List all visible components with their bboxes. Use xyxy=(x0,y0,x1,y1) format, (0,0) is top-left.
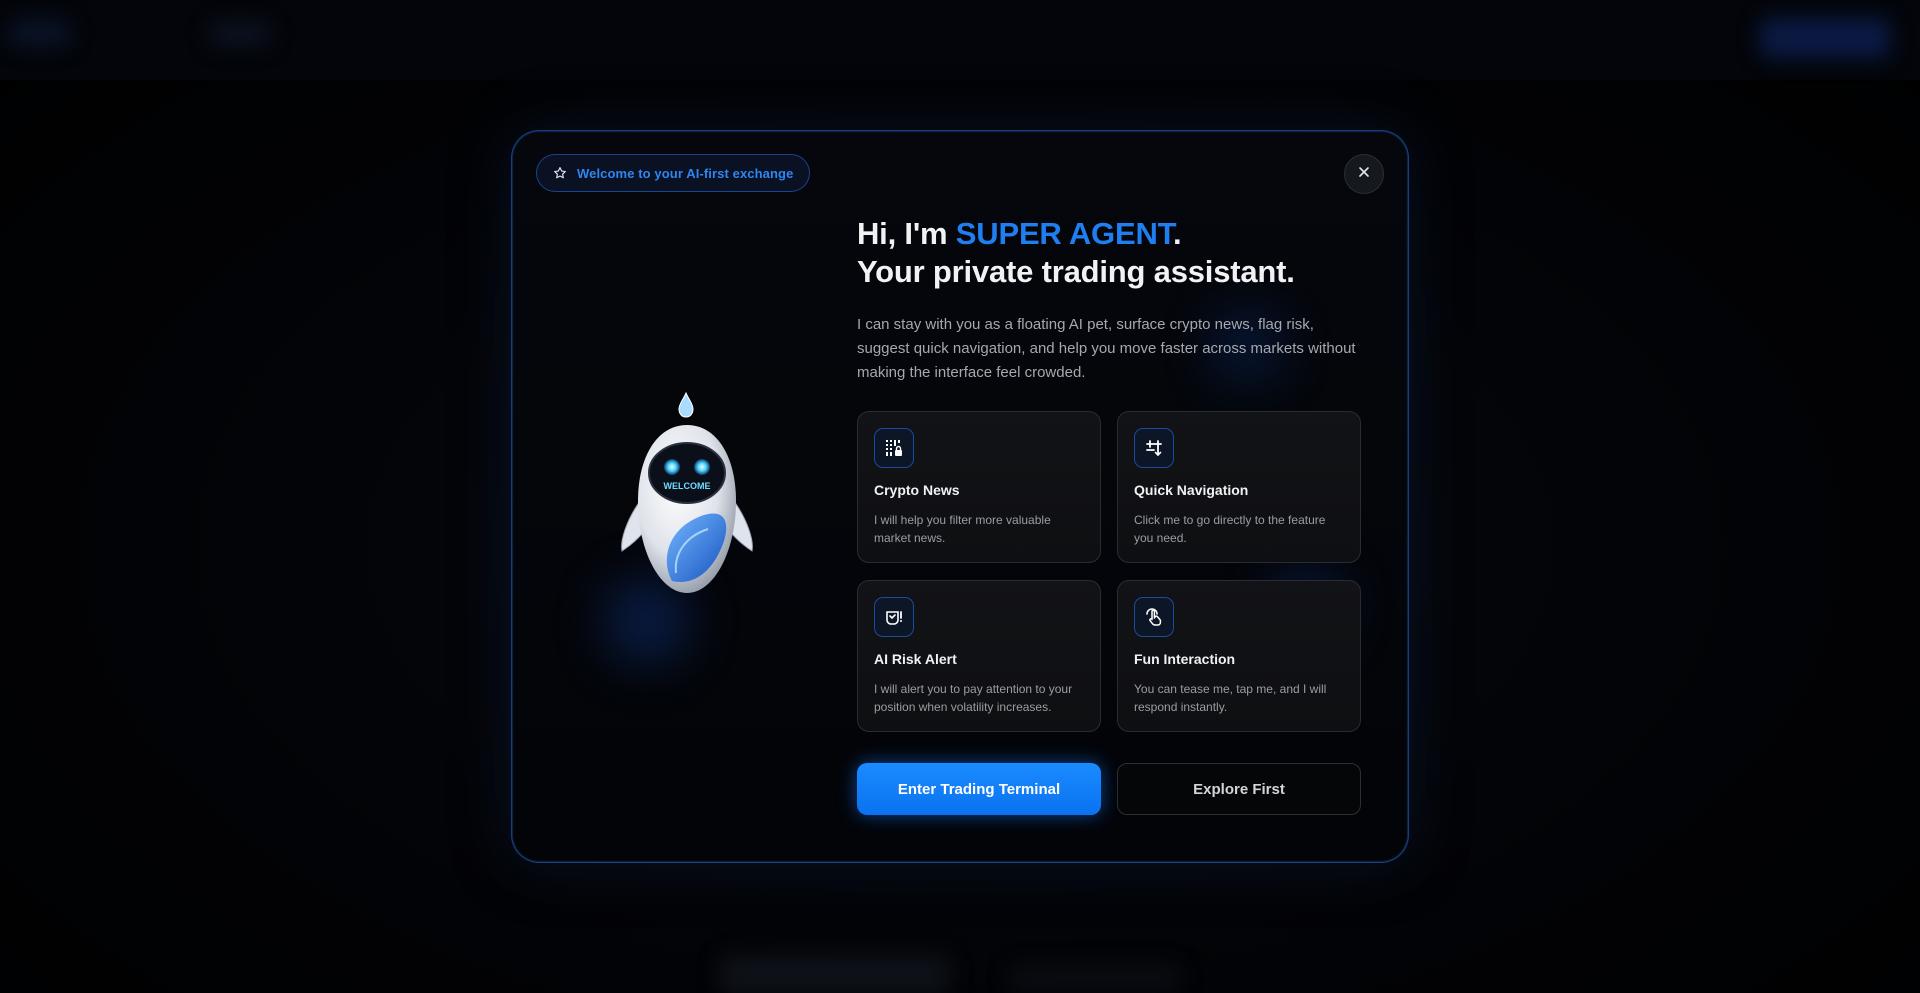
headline-accent: SUPER AGENT xyxy=(955,216,1173,251)
risk-alert-icon xyxy=(874,597,914,637)
background-logo xyxy=(10,20,70,46)
headline-suffix: . xyxy=(1172,216,1182,251)
background-top-bar xyxy=(0,0,1920,80)
robot-mascot-icon[interactable]: WELCOME xyxy=(612,391,762,601)
page-title: Hi, I'm SUPER AGENT. Your private tradin… xyxy=(857,215,1367,291)
close-button[interactable] xyxy=(1344,154,1384,194)
headline-line2: Your private trading assistant. xyxy=(857,254,1295,289)
feature-title: Quick Navigation xyxy=(1134,482,1249,498)
feature-title: Crypto News xyxy=(874,482,960,498)
headline-prefix: Hi, I'm xyxy=(857,216,956,251)
explore-first-button[interactable]: Explore First xyxy=(1117,763,1361,815)
tap-icon xyxy=(1134,597,1174,637)
feature-text: You can tease me, tap me, and I will res… xyxy=(1134,682,1327,714)
enter-trading-terminal-button[interactable]: Enter Trading Terminal xyxy=(857,763,1101,815)
feature-text: I will help you filter more valuable mar… xyxy=(874,513,1051,545)
background-bottom-link xyxy=(1010,965,1180,991)
feature-text: I will alert you to pay attention to you… xyxy=(874,682,1073,714)
feature-card-ai-risk-alert[interactable]: AI Risk Alert I will alert you to pay at… xyxy=(857,580,1101,732)
welcome-modal: Welcome to your AI-first exchange WELCOM… xyxy=(511,130,1409,863)
close-icon xyxy=(1358,165,1370,183)
welcome-badge: Welcome to your AI-first exchange xyxy=(536,154,811,192)
intro-content: Hi, I'm SUPER AGENT. Your private tradin… xyxy=(857,215,1367,385)
background-bottom-button xyxy=(720,955,950,993)
feature-card-crypto-news[interactable]: Crypto News I will help you filter more … xyxy=(857,411,1101,563)
background-nav-item xyxy=(210,22,270,46)
feature-text: Click me to go directly to the feature y… xyxy=(1134,513,1326,545)
robot-screen-text: WELCOME xyxy=(664,481,711,491)
feature-title: Fun Interaction xyxy=(1134,651,1236,667)
star-icon xyxy=(553,166,567,180)
welcome-badge-label: Welcome to your AI-first exchange xyxy=(577,165,794,181)
navigation-icon xyxy=(1134,428,1174,468)
feature-card-quick-navigation[interactable]: Quick Navigation Click me to go directly… xyxy=(1117,411,1361,563)
intro-description: I can stay with you as a floating AI pet… xyxy=(857,316,1356,381)
news-icon xyxy=(874,428,914,468)
feature-card-fun-interaction[interactable]: Fun Interaction You can tease me, tap me… xyxy=(1117,580,1361,732)
background-header-button xyxy=(1760,18,1890,58)
feature-title: AI Risk Alert xyxy=(874,651,957,667)
